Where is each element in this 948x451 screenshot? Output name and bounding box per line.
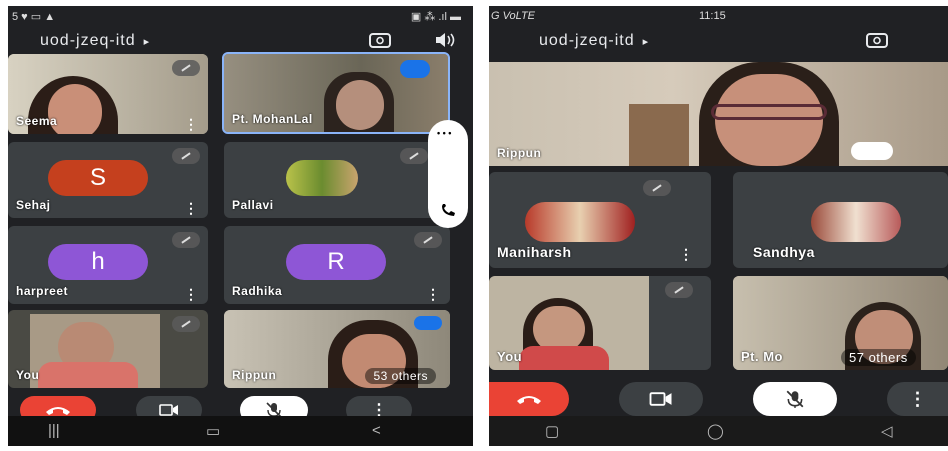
menu-dots-icon[interactable]: • • • xyxy=(437,128,451,138)
participant-tile-pinned[interactable]: Pt. MohanLal xyxy=(222,52,450,134)
participant-tile[interactable]: Rippun 53 others xyxy=(224,310,450,388)
mic-muted-icon xyxy=(414,232,442,248)
more-options-icon[interactable]: ⋮ xyxy=(184,117,198,131)
participant-name: Rippun xyxy=(232,368,277,382)
avatar-initial: S xyxy=(89,164,106,191)
more-options-icon[interactable]: ⋮ xyxy=(184,201,198,215)
right-phone-screen: G VoLTE 11:15 uod-jzeq-itd ▸ Rippun Manih… xyxy=(489,6,948,446)
participant-tile[interactable]: Seema ⋮ xyxy=(8,54,208,134)
mic-muted-icon xyxy=(665,282,693,298)
pin-badge-icon[interactable] xyxy=(851,142,893,160)
mic-muted-icon xyxy=(172,232,200,248)
status-bar: G VoLTE 11:15 xyxy=(489,6,948,28)
self-view-tile[interactable]: You xyxy=(489,276,711,370)
android-nav-bar: ||| ▭ < xyxy=(8,416,473,446)
home-icon[interactable]: ◯ xyxy=(707,422,724,440)
hang-up-icon xyxy=(46,407,70,415)
avatar: R xyxy=(286,244,386,280)
participant-name: You xyxy=(16,368,40,382)
home-icon[interactable]: ▭ xyxy=(206,422,220,440)
participant-name: Maniharsh xyxy=(497,244,572,260)
android-nav-bar: ▢ ◯ ◁ xyxy=(489,416,948,446)
avatar xyxy=(811,202,901,242)
switch-camera-icon[interactable] xyxy=(865,30,889,50)
participant-name: Rippun xyxy=(497,146,542,160)
person-face xyxy=(336,80,384,130)
person-face xyxy=(715,74,823,166)
participant-name: Radhika xyxy=(232,284,283,298)
more-options-icon[interactable]: ⋮ xyxy=(679,247,693,261)
avatar xyxy=(286,160,358,196)
floating-call-panel[interactable]: • • • xyxy=(428,120,468,228)
avatar: h xyxy=(48,244,148,280)
participant-name: Pt. Mo xyxy=(741,349,783,364)
more-options-icon[interactable]: ⋮ xyxy=(184,287,198,301)
others-count[interactable]: 53 others xyxy=(365,368,436,384)
featured-participant-tile[interactable]: Rippun xyxy=(489,62,948,166)
participant-tile[interactable]: Maniharsh ⋮ xyxy=(489,172,711,268)
recent-apps-icon[interactable]: ▢ xyxy=(545,422,559,440)
recent-apps-icon[interactable]: ||| xyxy=(48,422,60,439)
video-camera-icon xyxy=(649,392,672,406)
mic-muted-icon xyxy=(172,60,200,76)
more-options-button[interactable]: ⋮ xyxy=(887,382,948,416)
participant-tile[interactable]: h harpreet ⋮ xyxy=(8,226,208,304)
speaking-indicator-icon xyxy=(400,60,430,78)
others-count[interactable]: 57 others xyxy=(841,349,916,366)
participant-name: Pt. MohanLal xyxy=(232,112,313,126)
participant-name: You xyxy=(497,349,523,364)
chevron-right-icon: ▸ xyxy=(642,36,650,48)
phone-icon[interactable] xyxy=(440,204,456,218)
participant-tile[interactable]: Pt. Mo 57 others xyxy=(733,276,948,370)
participant-name: Seema xyxy=(16,114,58,128)
hang-up-icon xyxy=(517,396,541,404)
status-left: G VoLTE xyxy=(491,10,536,22)
person-body xyxy=(38,362,138,388)
avatar-initial: h xyxy=(91,248,105,275)
meeting-code-text: uod-jzeq-itd xyxy=(539,32,635,49)
chevron-right-icon: ▸ xyxy=(143,36,151,48)
status-right: ▣ ⁂ .ıl ▬ xyxy=(410,11,461,23)
left-phone-screen: 5 ♥ ▭ ▲ ▣ ⁂ .ıl ▬ uod-jzeq-itd ▸ Seema ⋮ … xyxy=(8,6,473,446)
participant-tile[interactable]: Sandhya xyxy=(733,172,948,268)
speaking-indicator-icon xyxy=(414,316,442,330)
furniture xyxy=(629,104,689,166)
back-icon[interactable]: ◁ xyxy=(881,422,893,440)
speaker-icon[interactable] xyxy=(433,30,457,50)
participant-tile[interactable]: S Sehaj ⋮ xyxy=(8,142,208,218)
participant-name: Pallavi xyxy=(232,198,274,212)
person-body xyxy=(519,346,609,370)
meeting-code-text: uod-jzeq-itd xyxy=(40,32,136,49)
mic-muted-icon xyxy=(643,180,671,196)
meeting-code[interactable]: uod-jzeq-itd ▸ xyxy=(539,32,649,50)
participant-tile[interactable]: Pallavi xyxy=(224,142,436,218)
camera-toggle-button[interactable] xyxy=(619,382,703,416)
participant-name: Sandhya xyxy=(753,244,815,260)
avatar-initial: R xyxy=(327,248,345,275)
avatar xyxy=(525,202,635,242)
self-view-tile[interactable]: You xyxy=(8,310,208,388)
glasses xyxy=(711,104,827,120)
end-call-button[interactable] xyxy=(489,382,569,416)
switch-camera-icon[interactable] xyxy=(368,30,392,50)
meeting-code[interactable]: uod-jzeq-itd ▸ xyxy=(40,32,150,50)
mic-muted-icon xyxy=(400,148,428,164)
participant-name: harpreet xyxy=(16,284,69,298)
status-left: 5 ♥ ▭ ▲ xyxy=(12,11,56,23)
mic-muted-icon xyxy=(172,316,200,332)
participant-tile[interactable]: R Radhika ⋮ xyxy=(224,226,450,304)
mic-toggle-button[interactable] xyxy=(753,382,837,416)
status-time: 11:15 xyxy=(699,10,726,22)
mic-muted-icon xyxy=(172,148,200,164)
more-options-icon[interactable]: ⋮ xyxy=(426,287,440,301)
video-camera-icon xyxy=(159,404,178,416)
participant-name: Sehaj xyxy=(16,198,51,212)
avatar: S xyxy=(48,160,148,196)
status-bar: 5 ♥ ▭ ▲ ▣ ⁂ .ıl ▬ xyxy=(8,6,473,28)
mic-off-icon xyxy=(786,390,804,408)
back-icon[interactable]: < xyxy=(372,422,381,439)
